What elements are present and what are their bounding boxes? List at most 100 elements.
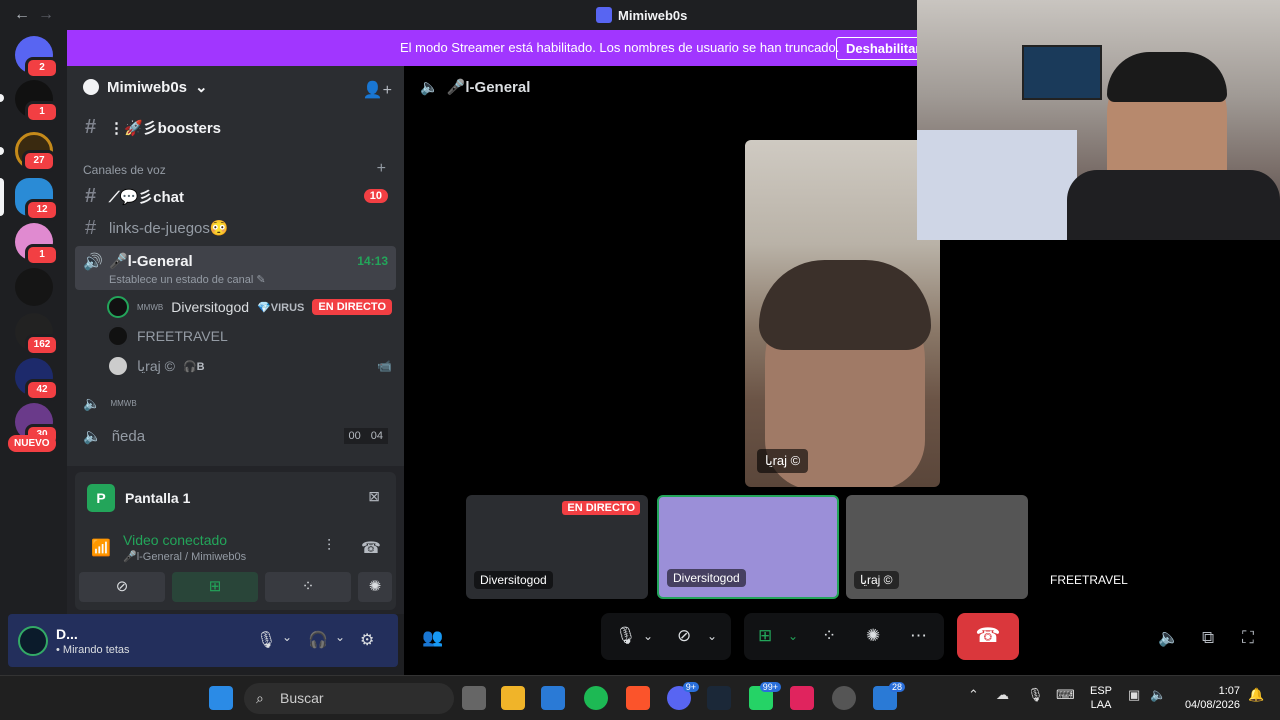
camera-off-button[interactable]: ⊘ xyxy=(79,572,165,602)
cloud-icon[interactable]: ☁ xyxy=(996,687,1009,703)
chevron-down-icon[interactable]: ⌄ xyxy=(335,630,345,644)
camera-off-icon[interactable]: ⊘ xyxy=(677,626,691,646)
volume-icon[interactable]: 🔈 xyxy=(1150,687,1166,703)
chevron-down-icon[interactable]: ⌄ xyxy=(282,630,292,644)
voice-channel-mmwb[interactable]: 🔈 MMWB xyxy=(75,389,396,417)
channel-status[interactable]: Establece un estado de canal ✎ xyxy=(109,273,266,286)
brave-icon[interactable] xyxy=(626,686,650,710)
voice-category[interactable]: Canales de voz xyxy=(83,163,166,177)
server-badge-icon xyxy=(83,79,99,95)
volume-icon[interactable]: 🔈 xyxy=(1158,628,1179,648)
server-icon[interactable]: 162 xyxy=(15,313,59,356)
chevron-down-icon[interactable]: ⌄ xyxy=(707,629,717,643)
network-icon[interactable]: ▣ xyxy=(1128,687,1140,703)
channel-links[interactable]: # links-de-juegos😳 xyxy=(75,213,396,243)
noise-suppression-icon[interactable]: ⫶ xyxy=(327,538,331,556)
microphone-icon[interactable]: 🎙 xyxy=(1027,687,1044,703)
user-count: 00 xyxy=(343,428,366,444)
channel-chat[interactable]: # ⟋💬彡chat 10 xyxy=(75,181,396,211)
invite-icon[interactable]: 👥 xyxy=(422,628,443,648)
voice-timer: 14:13 xyxy=(357,254,388,268)
tile-name: Diversitogod xyxy=(667,569,746,587)
user-limit-pills: 00 04 xyxy=(343,428,388,444)
voice-user[interactable]: FREETRAVEL xyxy=(107,322,392,350)
main-video[interactable]: ياraj © xyxy=(745,140,940,487)
clock[interactable]: 1:07 04/08/2026 xyxy=(1180,684,1240,712)
headphones-icon[interactable]: 🎧 xyxy=(308,630,328,650)
more-options-icon[interactable]: ⋯ xyxy=(910,626,927,646)
discord-icon[interactable]: 9+ xyxy=(667,682,699,710)
connection-text[interactable]: Video conectado xyxy=(123,532,227,548)
unread-badge: 27 xyxy=(22,150,56,172)
chevron-down-icon[interactable]: ⌄ xyxy=(788,629,798,643)
live-badge: EN DIRECTO xyxy=(312,299,392,315)
notifications-icon[interactable]: 🔔 xyxy=(1248,687,1264,703)
pop-out-icon[interactable]: ⧉ xyxy=(1202,628,1214,648)
unread-badge: 2 xyxy=(25,57,59,79)
server-icon[interactable]: 12 xyxy=(15,178,59,221)
connection-status: 📶 Video conectado 🎤l-General / Mimiweb0s… xyxy=(75,522,396,610)
screen-share-icon[interactable]: ⊞ xyxy=(758,626,772,646)
server-icon[interactable]: 42 xyxy=(15,358,59,401)
soundboard-button[interactable]: ✺ xyxy=(358,572,392,602)
microphone-icon[interactable]: 🎙 xyxy=(256,630,276,650)
voice-channel-neda[interactable]: 🔈 ñeda 00 04 xyxy=(75,422,396,450)
avatar[interactable] xyxy=(18,626,48,656)
channel-boosters[interactable]: # ⋮🚀彡boosters xyxy=(75,112,396,142)
app-icon[interactable] xyxy=(790,686,814,710)
server-icon[interactable]: 1 xyxy=(15,223,59,266)
avatar xyxy=(107,355,129,377)
server-icon[interactable] xyxy=(15,268,53,306)
add-channel-icon[interactable]: + xyxy=(377,160,386,178)
forward-arrow-icon[interactable]: → xyxy=(38,6,54,24)
user-prefix: MMWB xyxy=(137,302,164,312)
mention-count-badge: 10 xyxy=(363,189,388,203)
task-view-icon[interactable] xyxy=(462,686,486,710)
unread-pill xyxy=(0,147,4,155)
spotify-icon[interactable] xyxy=(584,686,608,710)
add-member-icon[interactable]: 👤+ xyxy=(363,80,392,100)
speaker-icon: 🔊 xyxy=(83,254,103,271)
tile-name: ياraj © xyxy=(854,571,899,589)
video-tile[interactable]: EN DIRECTO Diversitogod xyxy=(466,495,648,599)
server-header[interactable]: Mimiweb0s ⌄ xyxy=(83,78,208,96)
language-indicator[interactable]: ESP LAA xyxy=(1090,684,1112,712)
store-icon[interactable] xyxy=(541,686,565,710)
outlook-badge: 28 xyxy=(888,682,905,692)
taskbar-search[interactable]: ⌕ Buscar xyxy=(244,683,454,714)
steam-icon[interactable] xyxy=(707,686,731,710)
chevron-down-icon[interactable]: ⌄ xyxy=(643,629,653,643)
fullscreen-icon[interactable]: ⛶ xyxy=(1242,628,1254,648)
activities-button[interactable]: ⁘ xyxy=(265,572,351,602)
outlook-icon[interactable]: 28 xyxy=(873,682,905,710)
video-tile[interactable]: Diversitogod xyxy=(657,495,839,599)
stop-sharing-icon[interactable]: ⊠ xyxy=(368,488,380,505)
hang-up-button[interactable]: ☎ xyxy=(957,613,1019,660)
file-explorer-icon[interactable] xyxy=(501,686,525,710)
hash-icon: # xyxy=(85,216,97,239)
start-icon[interactable] xyxy=(209,686,233,710)
server-icon[interactable]: 27 xyxy=(15,132,56,172)
keyboard-icon[interactable]: ⌨ xyxy=(1056,687,1075,703)
video-tile[interactable]: FREETRAVEL xyxy=(1036,495,1218,599)
avatar xyxy=(107,296,129,318)
whatsapp-icon[interactable]: 99+ xyxy=(749,682,781,710)
video-hair xyxy=(759,260,931,350)
channel-sidebar: Mimiweb0s ⌄ 👤+ # ⋮🚀彡boosters Canales de … xyxy=(67,66,404,466)
discord-home-icon[interactable]: 2 xyxy=(15,36,59,79)
soundboard-icon[interactable]: ✺ xyxy=(866,626,880,646)
voice-user[interactable]: MMWB Diversitogod 💎VIRUS EN DIRECTO xyxy=(107,293,392,321)
settings-gear-icon[interactable]: ⚙ xyxy=(360,630,374,650)
activities-icon[interactable]: ⁘ xyxy=(822,626,836,646)
screen-share-button[interactable]: ⊞ xyxy=(172,572,258,602)
voice-channel-general[interactable]: 🔊 🎤l-General Establece un estado de cana… xyxy=(75,246,396,290)
server-icon[interactable]: 1 xyxy=(15,80,59,123)
voice-user[interactable]: ياraj © 🎧B 📹 xyxy=(107,352,392,380)
video-tile[interactable]: ياraj © xyxy=(846,495,1028,599)
app-icon[interactable] xyxy=(832,686,856,710)
back-arrow-icon[interactable]: ← xyxy=(14,6,30,24)
user-tag: 💎VIRUS xyxy=(257,301,305,314)
disconnect-icon[interactable]: ☎ xyxy=(361,538,381,558)
chevron-up-icon[interactable]: ⌃ xyxy=(968,687,979,703)
microphone-icon[interactable]: 🎙 xyxy=(615,626,637,646)
